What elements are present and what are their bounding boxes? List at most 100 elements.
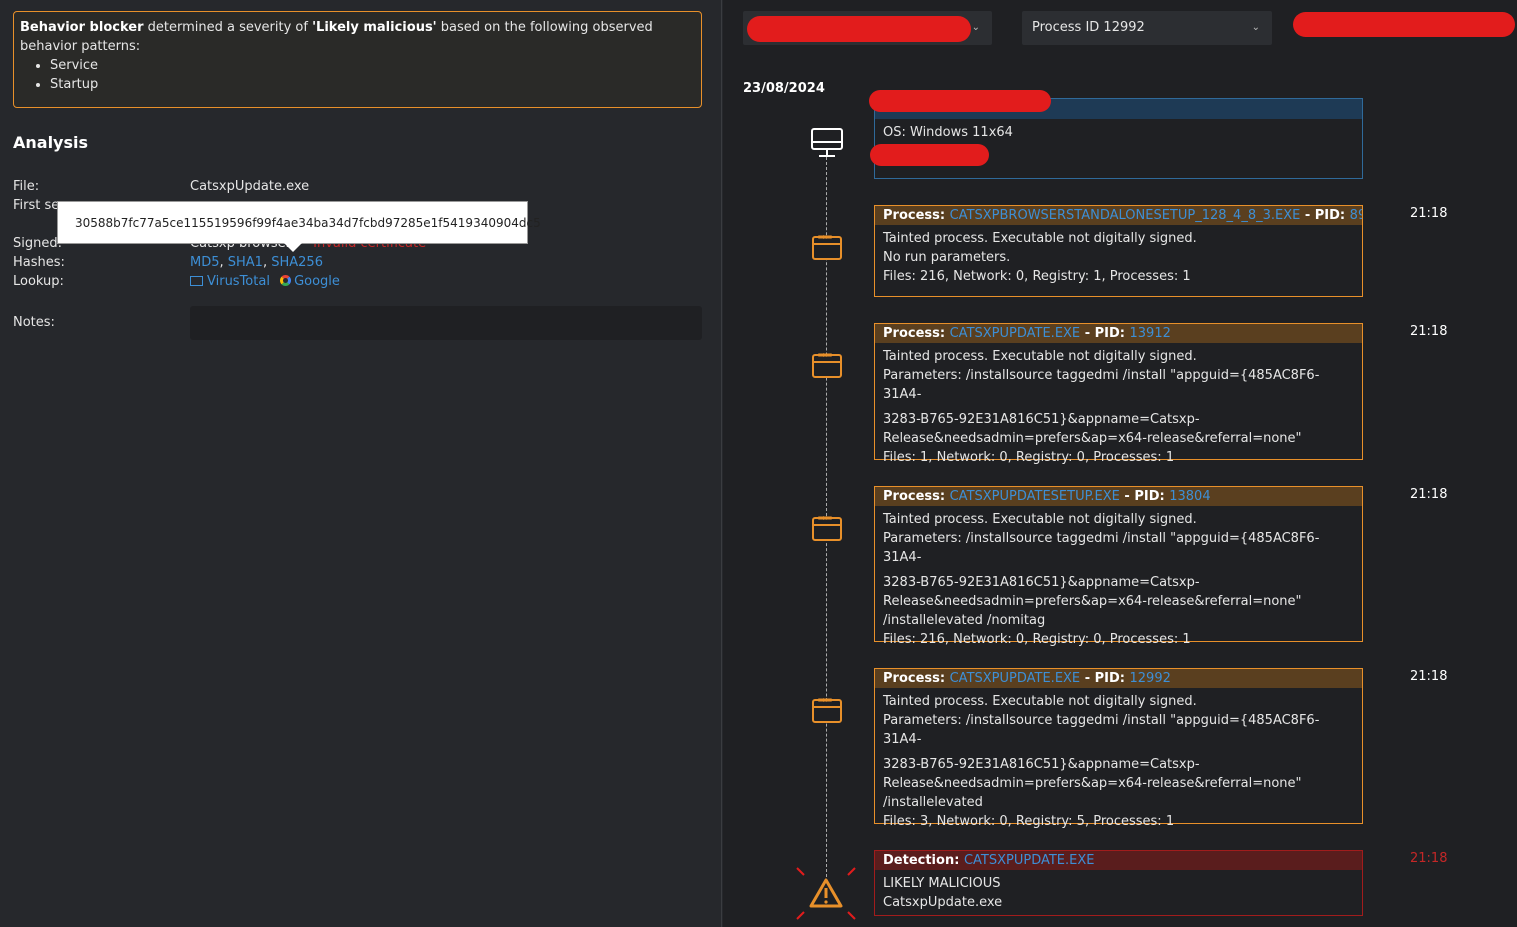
event-line: Files: 216, Network: 0, Registry: 1, Pro…: [883, 269, 1191, 284]
analysis-panel: Behavior blocker determined a severity o…: [0, 0, 722, 927]
detection-header: Detection: CATSXPUPDATE.EXE: [875, 851, 1362, 870]
event-header: Process: CATSXPUPDATE.EXE - PID: 12992: [875, 669, 1362, 688]
event-time: 21:18: [1410, 487, 1448, 502]
event-line: No run parameters.: [883, 250, 1011, 265]
event-line: Files: 1, Network: 0, Registry: 0, Proce…: [883, 450, 1175, 465]
event-line: Files: 3, Network: 0, Registry: 5, Proce…: [883, 814, 1175, 829]
process-window-icon: [812, 513, 842, 541]
sha256-link[interactable]: SHA256: [271, 255, 323, 270]
detection-line: LIKELY MALICIOUS: [883, 876, 1001, 891]
chevron-down-icon: ⌄: [1251, 22, 1260, 33]
event-line: Parameters: /installsource taggedmi /ins…: [883, 713, 1320, 747]
event-line: 3283-B765-92E31A816C51}&appname=Catsxp-: [883, 412, 1200, 427]
hashes-label: Hashes:: [13, 255, 65, 270]
timeline-panel: ⌄ Process ID 12992 ⌄ 23/08/2024 OS: Wind…: [723, 0, 1517, 927]
redaction-mark: [869, 90, 1051, 112]
severity-alert: Behavior blocker determined a severity o…: [13, 11, 702, 108]
pid-label: - PID:: [1304, 208, 1346, 223]
event-line: 3283-B765-92E31A816C51}&appname=Catsxp-: [883, 757, 1200, 772]
process-name-link[interactable]: CATSXPUPDATE.EXE: [950, 326, 1081, 341]
event-line: Files: 216, Network: 0, Registry: 0, Pro…: [883, 632, 1191, 647]
signed-label: Signed:: [13, 236, 62, 251]
google-link[interactable]: Google: [280, 274, 340, 289]
redaction-mark: [870, 144, 989, 166]
redaction-mark: [747, 16, 971, 42]
timeline-date: 23/08/2024: [743, 81, 825, 96]
tooltip-arrow: [284, 243, 302, 252]
event-line: Release&needsadmin=prefers&ap=x64-releas…: [883, 594, 1302, 609]
notes-label: Notes:: [13, 315, 55, 330]
google-label: Google: [294, 274, 340, 289]
pid-link[interactable]: 13912: [1130, 326, 1171, 341]
event-line: 3283-B765-92E31A816C51}&appname=Catsxp-: [883, 575, 1200, 590]
os-text: OS: Windows 11x64: [883, 125, 1013, 140]
event-label: Process:: [883, 671, 946, 686]
virustotal-link[interactable]: VirusTotal: [190, 274, 270, 289]
md5-link[interactable]: MD5: [190, 255, 220, 270]
event-line: /installelevated: [883, 795, 983, 810]
event-time: 21:18: [1410, 669, 1448, 684]
file-label: File:: [13, 179, 40, 194]
process-window-icon: [812, 232, 842, 260]
detection-process-link[interactable]: CATSXPUPDATE.EXE: [964, 853, 1095, 868]
pid-link[interactable]: 8964: [1350, 208, 1362, 223]
process-dropdown-value: Process ID 12992: [1032, 20, 1145, 35]
lookup-label: Lookup:: [13, 274, 64, 289]
event-body: Tainted process. Executable not digitall…: [875, 688, 1362, 835]
pattern-list: Service Startup: [50, 56, 695, 94]
chevron-down-icon: ⌄: [971, 22, 980, 33]
process-event-card[interactable]: Process: CATSXPUPDATESETUP.EXE - PID: 13…: [874, 486, 1363, 647]
file-value: CatsxpUpdate.exe: [190, 179, 310, 194]
detection-body: LIKELY MALICIOUS CatsxpUpdate.exe: [875, 870, 1362, 916]
event-time: 21:18: [1410, 206, 1448, 221]
pattern-item: Service: [50, 56, 695, 75]
detection-time: 21:18: [1410, 851, 1448, 866]
process-name-link[interactable]: CATSXPUPDATESETUP.EXE: [950, 489, 1120, 504]
event-header: Process: CATSXPUPDATE.EXE - PID: 13912: [875, 324, 1362, 343]
event-line: Release&needsadmin=prefers&ap=x64-releas…: [883, 776, 1302, 791]
alert-text: determined a severity of: [143, 20, 313, 35]
event-line: /installelevated /nomitag: [883, 613, 1046, 628]
detection-line: CatsxpUpdate.exe: [883, 895, 1003, 910]
process-window-icon: [812, 695, 842, 723]
process-dropdown[interactable]: Process ID 12992 ⌄: [1022, 11, 1272, 45]
alert-severity: 'Likely malicious': [312, 20, 437, 35]
warning-icon: [796, 867, 856, 920]
pid-link[interactable]: 12992: [1130, 671, 1171, 686]
event-body: Tainted process. Executable not digitall…: [875, 506, 1362, 653]
process-name-link[interactable]: CATSXPUPDATE.EXE: [950, 671, 1081, 686]
event-body: Tainted process. Executable not digitall…: [875, 225, 1362, 290]
event-header: Process: CATSXPBROWSERSTANDALONESETUP_12…: [875, 206, 1362, 225]
lookup-links: VirusTotal Google: [190, 274, 340, 289]
event-line: Release&needsadmin=prefers&ap=x64-releas…: [883, 431, 1302, 446]
google-icon: [280, 275, 292, 286]
first-seen-label: First se: [13, 198, 60, 213]
event-line: Tainted process. Executable not digitall…: [883, 231, 1197, 246]
pid-link[interactable]: 13804: [1169, 489, 1210, 504]
virustotal-icon: [190, 276, 203, 286]
event-line: Tainted process. Executable not digitall…: [883, 694, 1197, 709]
sha1-link[interactable]: SHA1: [228, 255, 263, 270]
pid-label: - PID:: [1084, 671, 1125, 686]
detection-event-card[interactable]: Detection: CATSXPUPDATE.EXE LIKELY MALIC…: [874, 850, 1363, 916]
event-line: Parameters: /installsource taggedmi /ins…: [883, 531, 1320, 565]
analysis-title: Analysis: [13, 133, 89, 152]
process-name-link[interactable]: CATSXPBROWSERSTANDALONESETUP_128_4_8_3.E…: [950, 208, 1301, 223]
process-window-icon: [812, 350, 842, 378]
pattern-item: Startup: [50, 75, 695, 94]
event-label: Process:: [883, 489, 946, 504]
process-event-card[interactable]: Process: CATSXPUPDATE.EXE - PID: 13912 T…: [874, 323, 1363, 465]
process-event-card[interactable]: Process: CATSXPBROWSERSTANDALONESETUP_12…: [874, 205, 1363, 297]
notes-input[interactable]: [190, 306, 702, 340]
virustotal-label: VirusTotal: [207, 274, 270, 289]
redaction-mark: [1293, 12, 1515, 37]
event-label: Process:: [883, 326, 946, 341]
event-line: Tainted process. Executable not digitall…: [883, 349, 1197, 364]
process-event-card[interactable]: Process: CATSXPUPDATE.EXE - PID: 12992 T…: [874, 668, 1363, 829]
pid-label: - PID:: [1084, 326, 1125, 341]
pid-label: - PID:: [1124, 489, 1165, 504]
alert-source: Behavior blocker: [20, 20, 144, 35]
hash-tooltip: 30588b7fc77a5ce115519596f99f4ae34ba34d7f…: [57, 201, 541, 244]
event-header: Process: CATSXPUPDATESETUP.EXE - PID: 13…: [875, 487, 1362, 506]
event-line: Tainted process. Executable not digitall…: [883, 512, 1197, 527]
